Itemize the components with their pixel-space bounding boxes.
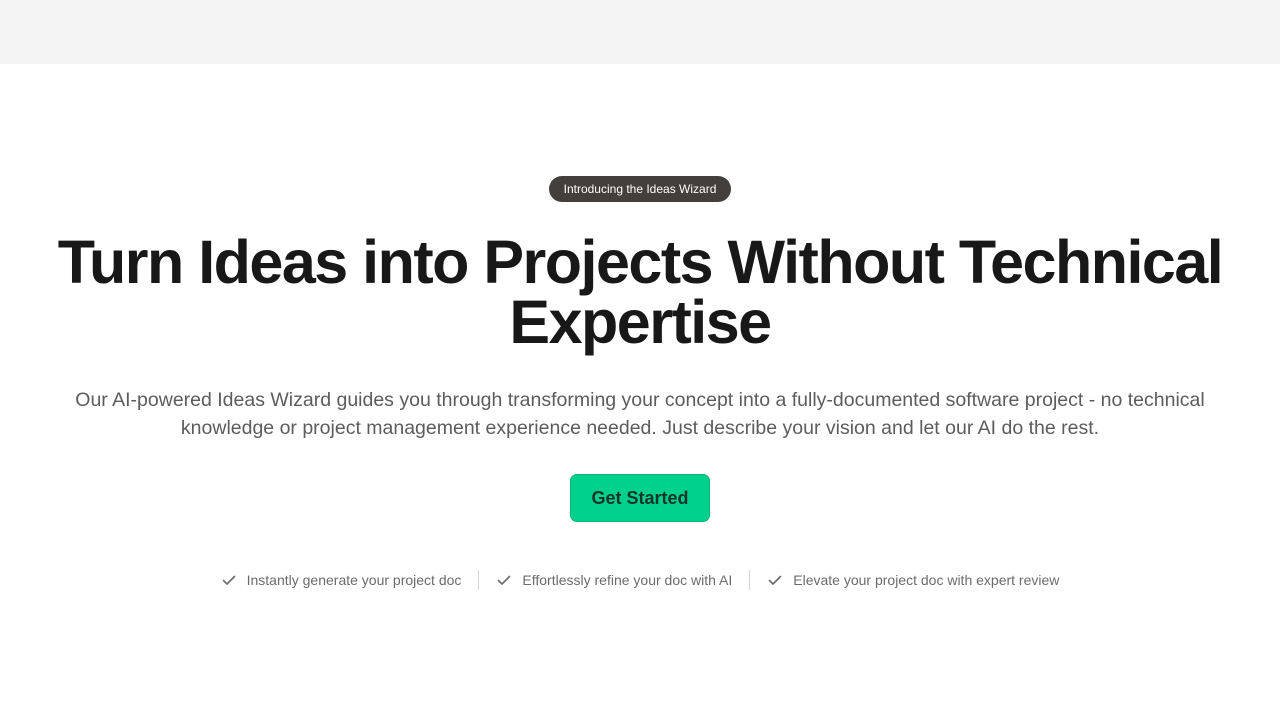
hero-headline-line-2: Expertise [509,288,772,356]
feature-item-label: Effortlessly refine your doc with AI [522,572,733,588]
hero-headline: Turn Ideas into Projects Without Technic… [40,232,1240,353]
top-navigation-bar [0,0,1280,64]
hero-headline-line-1: Turn Ideas into Projects Without Technic… [57,228,1224,296]
check-icon [498,575,511,585]
hero-description-line-2: knowledge or project management experien… [180,417,1100,439]
feature-item-generate: Instantly generate your project doc [221,572,462,588]
feature-list: Instantly generate your project doc Effo… [0,568,1280,592]
feature-item-label: Instantly generate your project doc [246,572,462,588]
check-icon [768,575,782,585]
feature-divider [749,570,751,590]
feature-divider [478,570,480,590]
feature-item-refine: Effortlessly refine your doc with AI [496,572,732,588]
feature-item-review: Elevate your project doc with expert rev… [767,572,1059,588]
announcement-badge: Introducing the Ideas Wizard [549,176,731,202]
feature-item-label: Elevate your project doc with expert rev… [793,572,1060,588]
get-started-button[interactable]: Get Started [570,474,710,522]
hero-description-line-1: Our AI-powered Ideas Wizard guides you t… [75,389,1205,411]
announcement-badge-label: Introducing the Ideas Wizard [563,182,717,196]
hero-section: Introducing the Ideas Wizard Turn Ideas … [0,64,1280,720]
hero-description: Our AI-powered Ideas Wizard guides you t… [40,386,1240,442]
check-icon [222,575,235,585]
